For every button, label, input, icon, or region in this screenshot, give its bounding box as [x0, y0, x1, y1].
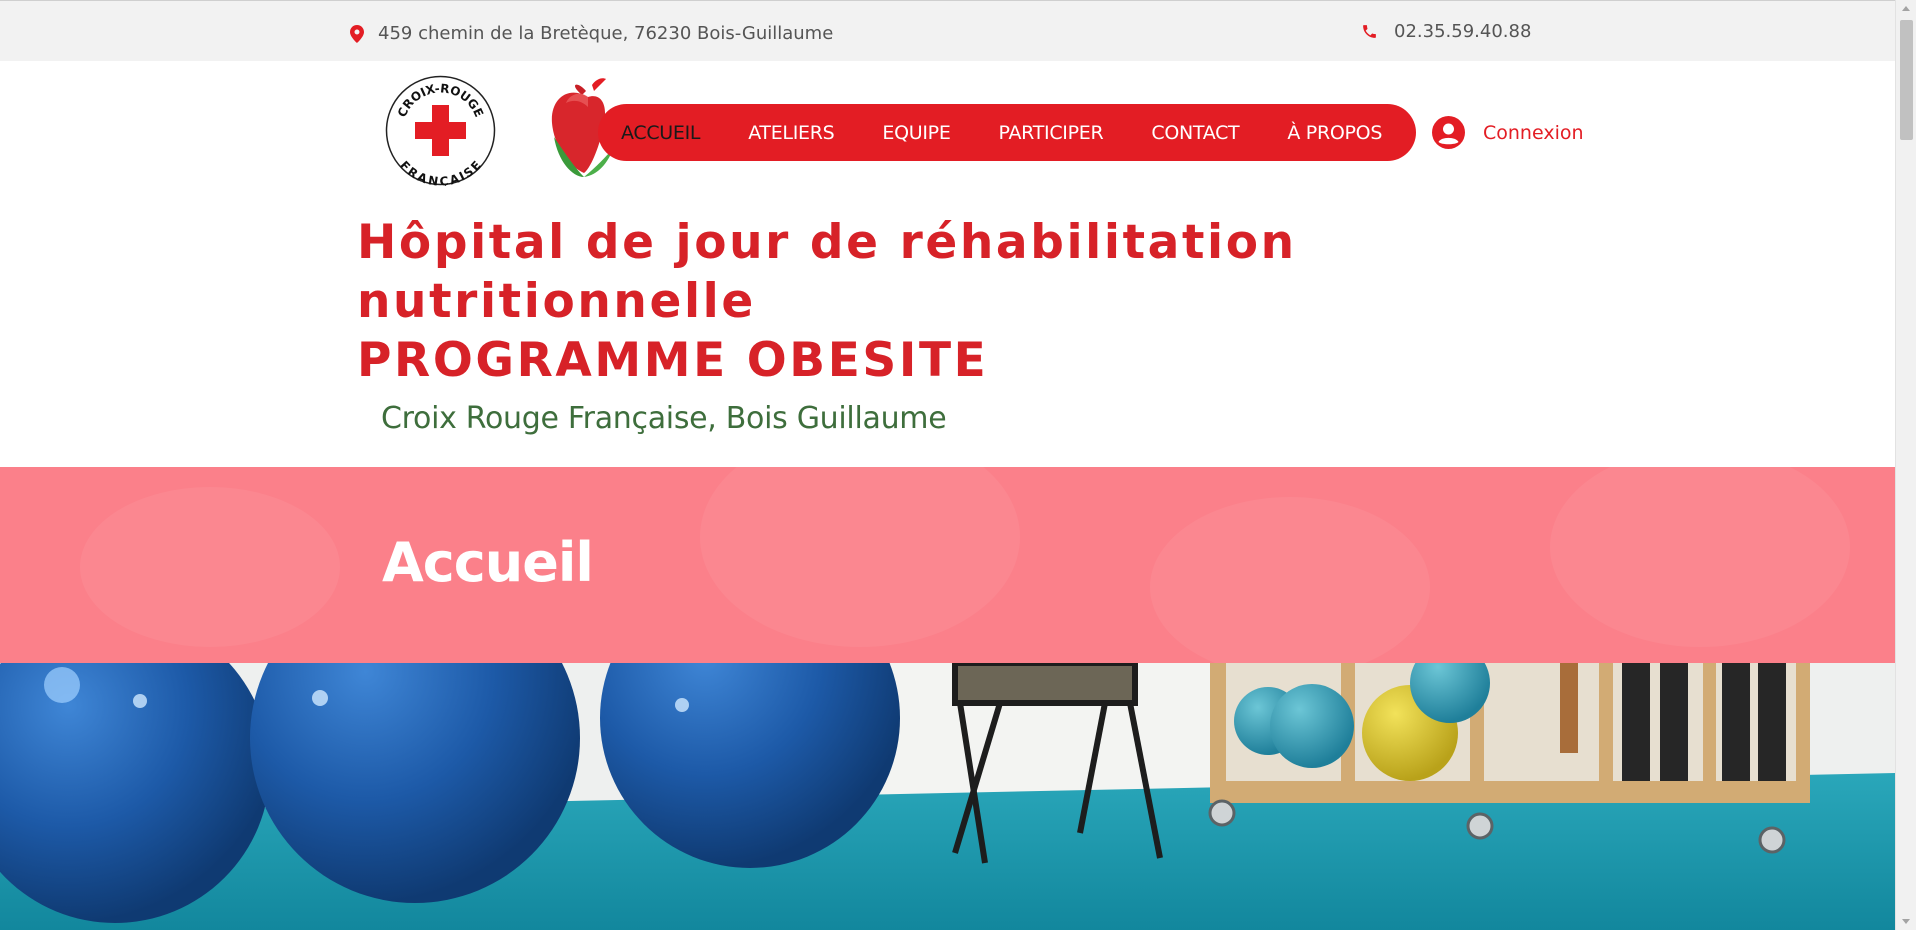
page-subtitle: Croix Rouge Française, Bois Guillaume — [381, 401, 947, 436]
scroll-up-icon[interactable] — [1902, 6, 1910, 11]
section-heading: Accueil — [382, 531, 594, 594]
nav-item-participer[interactable]: PARTICIPER — [999, 122, 1104, 144]
map-pin-icon — [350, 24, 364, 43]
login-label[interactable]: Connexion — [1483, 122, 1584, 144]
nav-item-equipe[interactable]: EQUIPE — [882, 122, 950, 144]
address-text: 459 chemin de la Bretèque, 76230 Bois-Gu… — [378, 23, 834, 44]
top-info-bar: 459 chemin de la Bretèque, 76230 Bois-Gu… — [0, 0, 1895, 61]
main-navigation: ACCUEIL ATELIERS EQUIPE PARTICIPER CONTA… — [598, 104, 1416, 161]
banner-texture — [1150, 497, 1430, 663]
phone-block[interactable]: 02.35.59.40.88 — [1361, 21, 1531, 42]
nav-item-accueil[interactable]: ACCUEIL — [621, 122, 701, 144]
scrollbar-thumb[interactable] — [1900, 20, 1913, 140]
user-avatar-icon — [1432, 116, 1465, 149]
page-scrollbar[interactable] — [1895, 0, 1916, 930]
site-header: CROIX-ROUGE FRANÇAISE ACCUEIL ATELIERS E… — [0, 61, 1895, 467]
scroll-down-icon[interactable] — [1902, 919, 1910, 924]
banner-texture — [80, 487, 340, 647]
title-line-3: PROGRAMME OBESITE — [357, 333, 989, 388]
croix-rouge-logo[interactable]: CROIX-ROUGE FRANÇAISE — [385, 75, 496, 186]
title-line-2: nutritionnelle — [357, 274, 756, 329]
phone-icon — [1363, 25, 1376, 38]
nav-item-a-propos[interactable]: À PROPOS — [1287, 122, 1382, 144]
title-line-1: Hôpital de jour de réhabilitation — [357, 215, 1297, 270]
login-button[interactable]: Connexion — [1432, 116, 1584, 149]
page-title: Hôpital de jour de réhabilitation nutrit… — [357, 213, 1297, 390]
nav-item-contact[interactable]: CONTACT — [1151, 122, 1239, 144]
banner-texture — [700, 467, 1020, 647]
address-block: 459 chemin de la Bretèque, 76230 Bois-Gu… — [350, 23, 833, 44]
banner-texture — [1550, 467, 1850, 647]
phone-number[interactable]: 02.35.59.40.88 — [1394, 21, 1531, 42]
gym-room-illustration — [0, 663, 1895, 930]
nav-item-ateliers[interactable]: ATELIERS — [748, 122, 835, 144]
section-banner: Accueil — [0, 467, 1895, 663]
hero-photo — [0, 663, 1895, 930]
